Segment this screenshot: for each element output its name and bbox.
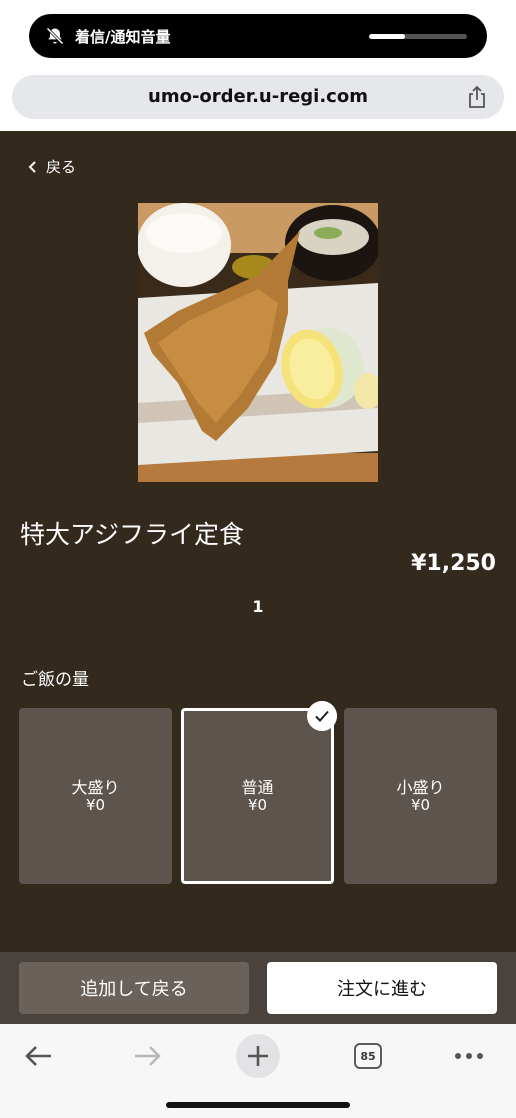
back-arrow-button[interactable]: [16, 1034, 60, 1078]
tab-count: 85: [354, 1043, 382, 1069]
address-bar[interactable]: umo-order.u-regi.com: [12, 75, 504, 119]
new-tab-button[interactable]: [236, 1034, 280, 1078]
plus-icon: [248, 1046, 268, 1066]
tab-switcher-button[interactable]: 85: [346, 1034, 390, 1078]
food-photo: [138, 203, 378, 482]
more-dots-icon: [455, 1053, 483, 1059]
share-icon[interactable]: [466, 85, 488, 109]
proceed-to-order-button[interactable]: 注文に進む: [267, 962, 497, 1014]
option-label: 小盛り: [396, 778, 445, 797]
chevron-left-icon: [28, 160, 36, 173]
option-price: ¥0: [410, 796, 431, 814]
url-text: umo-order.u-regi.com: [148, 86, 368, 107]
volume-slider: [369, 34, 467, 39]
quantity-value: 1: [252, 597, 264, 616]
arrow-left-icon: [25, 1046, 51, 1066]
item-price: ¥1,250: [411, 551, 496, 576]
arrow-right-icon: [135, 1046, 161, 1066]
option-card-regular[interactable]: 普通 ¥0: [181, 701, 337, 884]
back-label: 戻る: [46, 158, 77, 176]
option-price: ¥0: [85, 796, 106, 814]
option-label: 普通: [241, 778, 274, 797]
browser-toolbar: 85: [0, 1024, 516, 1118]
more-menu-button[interactable]: [447, 1034, 491, 1078]
back-link[interactable]: 戻る: [26, 156, 76, 177]
volume-fill: [369, 34, 406, 39]
item-name: 特大アジフライ定食: [20, 520, 245, 549]
option-card-large[interactable]: 大盛り ¥0: [19, 708, 172, 884]
home-indicator: [166, 1102, 350, 1108]
option-card-small[interactable]: 小盛り ¥0: [344, 708, 497, 884]
check-icon: [307, 701, 337, 731]
action-bar: 追加して戻る 注文に進む: [0, 952, 516, 1024]
option-price: ¥0: [247, 796, 268, 814]
option-heading: ご飯の量: [21, 670, 89, 690]
volume-indicator: 着信/通知音量: [29, 14, 487, 58]
volume-status-text: 着信/通知音量: [75, 28, 171, 46]
bell-off-icon: [46, 27, 64, 45]
forward-arrow-button[interactable]: [126, 1034, 170, 1078]
add-and-back-button[interactable]: 追加して戻る: [19, 962, 249, 1014]
product-detail: 戻る 特大アジフライ定食 ¥1,250 1 ご飯の量 大盛り ¥0 普通 ¥0 …: [0, 131, 516, 952]
option-label: 大盛り: [71, 778, 120, 797]
